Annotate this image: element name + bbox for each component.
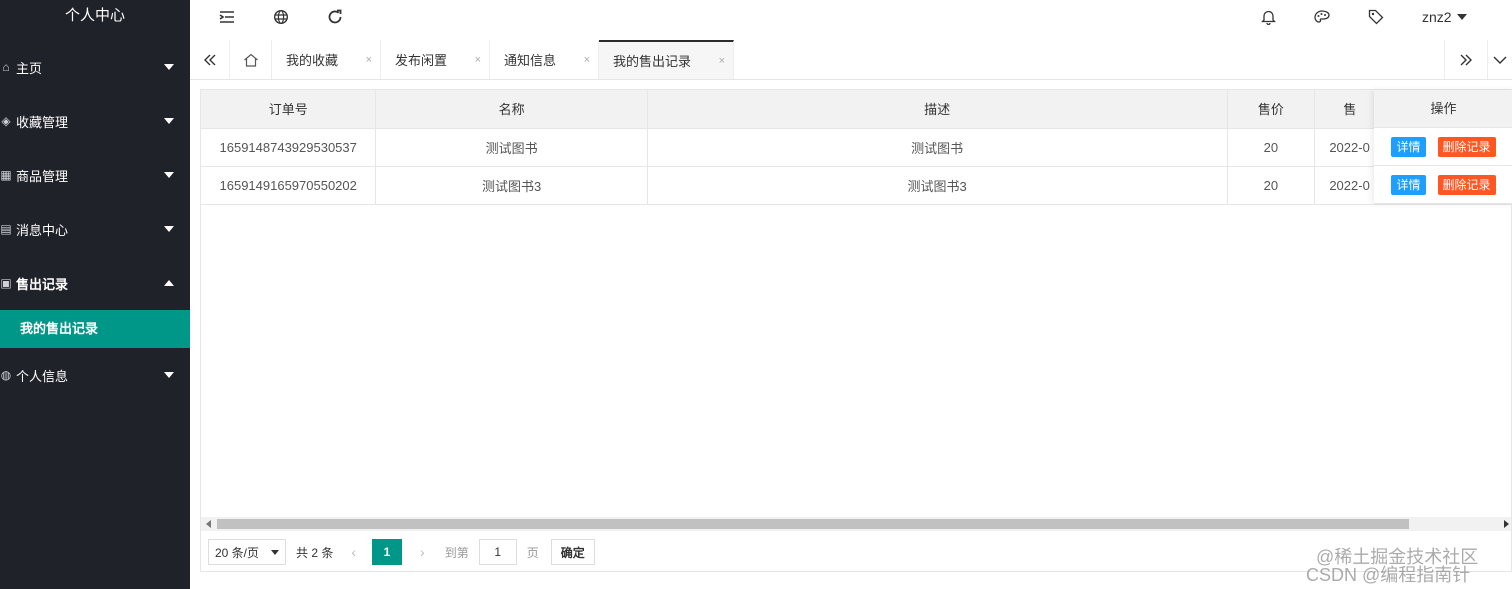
scroll-right-arrow-icon[interactable] [1504, 520, 1509, 528]
chevron-down-icon [164, 64, 174, 70]
sidebar-item-favorites[interactable]: ◈ 收藏管理 [0, 94, 190, 148]
chevron-down-icon [164, 226, 174, 232]
sidebar: 个人中心 ⌂ 主页 ◈ 收藏管理 ▦ 商品管理 ▤ 消息中心 ▣ 售出记录 我的… [0, 0, 190, 589]
chevron-down-icon [164, 172, 174, 178]
scrollbar-thumb[interactable] [217, 519, 1409, 529]
current-page[interactable]: 1 [372, 539, 403, 565]
top-header: znz2 [190, 0, 1512, 34]
chevron-down-icon [164, 372, 174, 378]
refresh-icon[interactable] [320, 0, 350, 34]
scroll-left-arrow-icon[interactable] [206, 520, 211, 528]
detail-button[interactable]: 详情 [1391, 174, 1426, 195]
goods-icon: ▦ [0, 168, 12, 182]
cube-icon: ◈ [1, 114, 11, 128]
sidebar-item-label: 消息中心 [16, 222, 69, 238]
tab-label: 我的售出记录 [613, 54, 692, 69]
delete-record-button[interactable]: 删除记录 [1437, 174, 1496, 195]
horizontal-scrollbar[interactable] [201, 517, 1511, 531]
next-page-icon[interactable]: › [420, 544, 425, 560]
close-icon[interactable]: × [584, 54, 590, 66]
menu-toggle-icon[interactable] [212, 0, 242, 34]
tab-label: 发布闲置 [395, 53, 448, 68]
goto-confirm-button[interactable]: 确定 [550, 539, 595, 565]
watermark-line: @稀土掘金技术社区 [1316, 547, 1479, 567]
tag-icon[interactable] [1361, 0, 1391, 34]
tabs-menu-chevron-icon[interactable] [1488, 40, 1512, 79]
table-row[interactable]: 1659149165970550202 测试图书3 测试图书3 20 2022-… [201, 166, 1511, 205]
watermark-line: CSDN @编程指南针 [1306, 565, 1471, 585]
page-unit-label: 页 [526, 545, 539, 560]
table-row[interactable]: 1659148743929530537 测试图书 测试图书 20 2022-0 [201, 128, 1511, 167]
theme-icon[interactable] [1307, 0, 1337, 34]
watermark: @稀土掘金技术社区 CSDN @编程指南针 [1306, 548, 1478, 584]
sales-table: 订单号 名称 描述 售价 售 1659148743929530537 测试图书 … [201, 90, 1511, 205]
close-icon[interactable]: × [719, 55, 725, 67]
cell-name: 测试图书3 [375, 166, 648, 205]
caret-down-icon [271, 549, 279, 555]
sidebar-item-label: 个人信息 [16, 368, 69, 384]
tabs-scroll-right-icon[interactable] [1444, 40, 1488, 79]
message-icon: ▤ [0, 222, 12, 236]
page-size-value: 20 条/页 [215, 545, 260, 560]
sidebar-subitem-my-sales[interactable]: 我的售出记录 [0, 310, 190, 348]
tab-my-sales[interactable]: 我的售出记录 × [599, 40, 734, 79]
chevron-down-icon [164, 118, 174, 124]
col-header-desc[interactable]: 描述 [647, 90, 1228, 129]
home-icon: ⌂ [2, 60, 10, 74]
tab-publish-idle[interactable]: 发布闲置 × [381, 40, 490, 79]
col-header-name[interactable]: 名称 [375, 90, 648, 129]
goto-label: 到第 [444, 545, 469, 560]
sales-table-panel: 订单号 名称 描述 售价 售 1659148743929530537 测试图书 … [200, 89, 1512, 572]
record-icon: ▣ [0, 276, 12, 290]
chevron-up-icon [164, 280, 174, 286]
operation-row: 详情 删除记录 [1374, 166, 1512, 204]
operation-row: 详情 删除记录 [1374, 128, 1512, 166]
sidebar-title: 个人中心 [64, 7, 125, 24]
sidebar-item-label: 售出记录 [16, 276, 69, 292]
tab-notifications[interactable]: 通知信息 × [490, 40, 599, 79]
col-header-price[interactable]: 售价 [1227, 90, 1316, 129]
page-size-select[interactable]: 20 条/页 [208, 539, 286, 565]
cell-desc: 测试图书 [647, 128, 1228, 167]
sidebar-item-label: 主页 [16, 60, 43, 76]
user-menu[interactable]: znz2 [1422, 0, 1467, 34]
delete-record-button[interactable]: 删除记录 [1437, 136, 1496, 157]
col-header-operation: 操作 [1374, 90, 1512, 128]
pagination: 20 条/页 共 2 条 ‹ 1 › 到第 1 页 确定 [208, 539, 595, 565]
tab-bar: 我的收藏 × 发布闲置 × 通知信息 × 我的售出记录 × [190, 40, 1512, 80]
table-header-row: 订单号 名称 描述 售价 售 [201, 90, 1511, 129]
globe-icon[interactable] [266, 0, 296, 34]
cell-name: 测试图书 [375, 128, 648, 167]
goto-page-input[interactable]: 1 [478, 539, 517, 565]
home-tab-icon[interactable] [230, 40, 272, 79]
sidebar-item-label: 收藏管理 [16, 114, 69, 130]
sidebar-item-goods[interactable]: ▦ 商品管理 [0, 148, 190, 202]
total-count: 共 2 条 [296, 545, 334, 560]
username: znz2 [1422, 9, 1452, 25]
sidebar-item-messages[interactable]: ▤ 消息中心 [0, 202, 190, 256]
cell-desc: 测试图书3 [647, 166, 1228, 205]
sidebar-item-label: 商品管理 [16, 168, 69, 184]
close-icon[interactable]: × [475, 54, 481, 66]
cell-order: 1659148743929530537 [201, 128, 377, 167]
user-icon: ◍ [0, 368, 12, 382]
tab-label: 通知信息 [504, 53, 557, 68]
sidebar-item-home[interactable]: ⌂ 主页 [0, 40, 190, 94]
tab-label: 我的收藏 [286, 53, 339, 68]
cell-price: 20 [1227, 128, 1316, 167]
cell-price: 20 [1227, 166, 1316, 205]
tabs-scroll-left-icon[interactable] [190, 40, 230, 79]
sidebar-item-profile[interactable]: ◍ 个人信息 [0, 348, 190, 402]
cell-order: 1659149165970550202 [201, 166, 377, 205]
close-icon[interactable]: × [366, 54, 372, 66]
col-header-order[interactable]: 订单号 [201, 90, 377, 129]
operation-column: 操作 详情 删除记录 详情 删除记录 [1374, 90, 1512, 204]
caret-down-icon [1456, 14, 1467, 20]
tab-my-favorites[interactable]: 我的收藏 × [272, 40, 381, 79]
prev-page-icon[interactable]: ‹ [351, 544, 356, 560]
bell-icon[interactable] [1253, 0, 1283, 34]
detail-button[interactable]: 详情 [1391, 136, 1426, 157]
sidebar-item-sales[interactable]: ▣ 售出记录 [0, 256, 190, 310]
